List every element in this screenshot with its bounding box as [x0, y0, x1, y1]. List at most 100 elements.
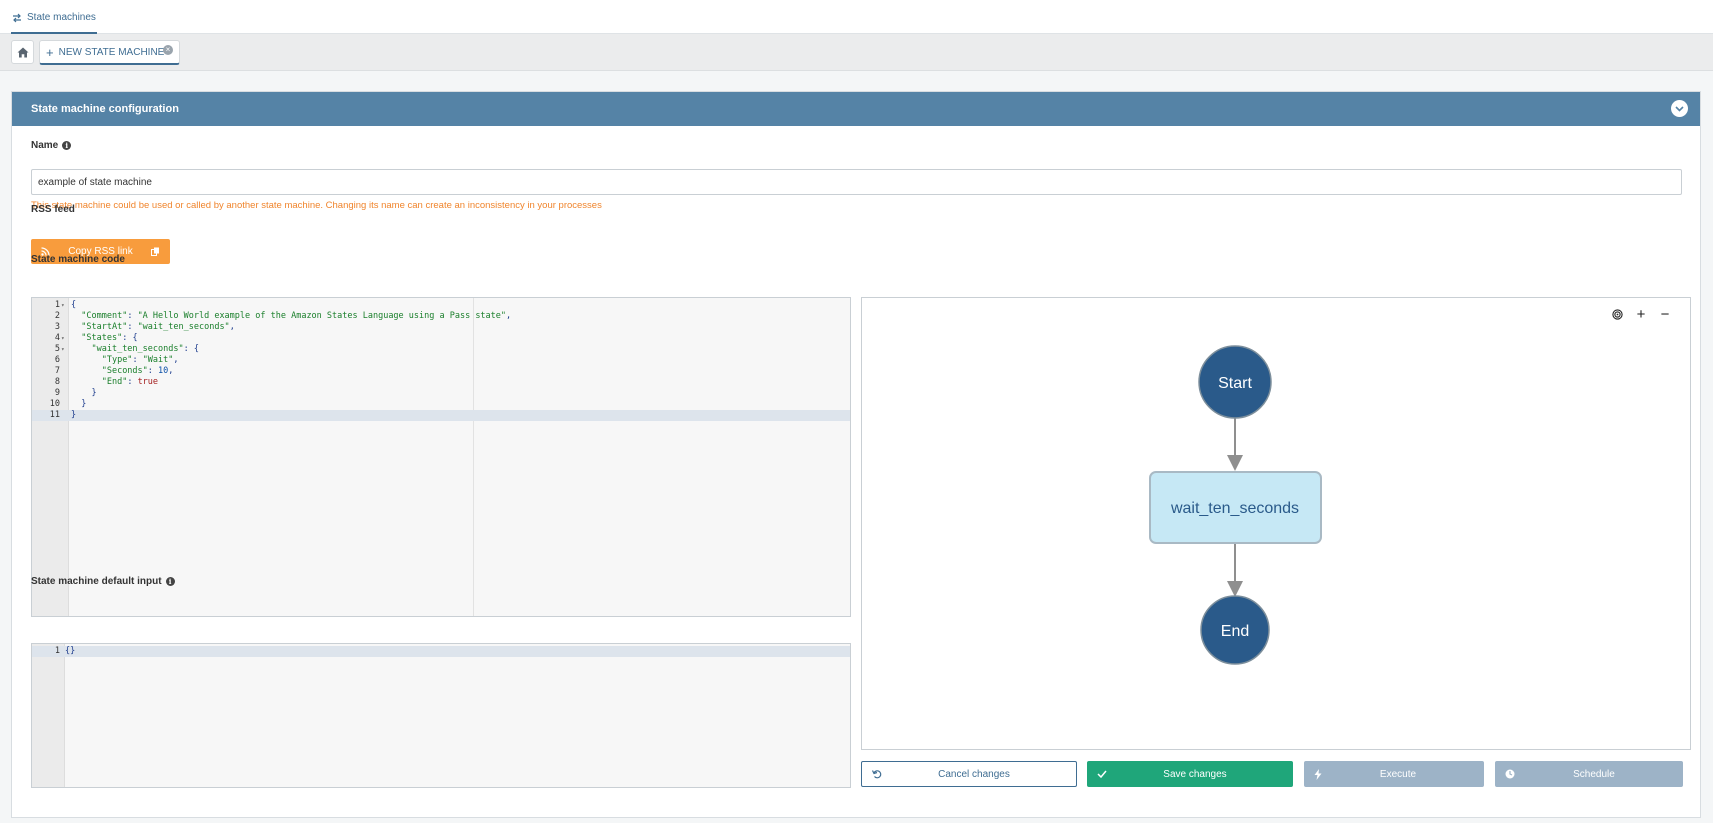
line-number: 2	[54, 311, 60, 321]
undo-icon	[872, 770, 882, 779]
plus-icon: +	[46, 44, 54, 60]
save-button[interactable]: Save changes	[1087, 761, 1293, 787]
code-token: {	[71, 300, 77, 310]
code-token: {}	[65, 646, 76, 656]
line-number: 7	[54, 366, 60, 376]
line-number: 1	[54, 300, 60, 310]
line-number: 9	[54, 388, 60, 398]
name-warning: This state machine could be used or call…	[31, 200, 602, 211]
state-label: wait_ten_seconds	[1170, 500, 1299, 517]
code-text: "Seconds": 10,	[71, 366, 174, 377]
end-node[interactable]: End	[1200, 595, 1270, 665]
schedule-button[interactable]: Schedule	[1495, 761, 1683, 787]
default-input-editor[interactable]: 1 {}	[31, 643, 851, 788]
bolt-icon	[1314, 768, 1322, 780]
config-panel: State machine configuration Name i This …	[11, 91, 1701, 818]
code-token: }	[71, 388, 97, 398]
line-number: 4	[54, 333, 60, 343]
code-token: }	[71, 410, 77, 420]
code-text: "StartAt": "wait_ten_seconds",	[71, 322, 235, 333]
code-line[interactable]: 9 }	[32, 388, 850, 399]
input-lines: 1 {}	[32, 646, 850, 657]
code-token: "Seconds"	[101, 366, 148, 376]
panel-title: State machine configuration	[31, 103, 179, 115]
swap-icon	[13, 13, 21, 23]
fold-arrow-icon[interactable]: ▾	[61, 333, 65, 344]
code-line[interactable]: 3 "StartAt": "wait_ten_seconds",	[32, 322, 850, 333]
top-bar: State machines	[0, 0, 1713, 34]
code-text: "End": true	[71, 377, 158, 388]
code-token: ,	[506, 311, 512, 321]
code-token: "Comment"	[81, 311, 128, 321]
code-text: {}	[65, 646, 75, 657]
line-number: 10	[49, 399, 60, 409]
fold-arrow-icon[interactable]: ▾	[61, 344, 65, 355]
code-token: "wait_ten_seconds"	[91, 344, 184, 354]
copy-icon	[151, 247, 159, 256]
code-token: ,	[173, 355, 179, 365]
state-node-wait_ten_seconds[interactable]: wait_ten_seconds	[1149, 471, 1322, 544]
end-label: End	[1221, 623, 1249, 640]
code-text: "wait_ten_seconds": {	[71, 344, 199, 355]
state-graph[interactable]: + − Start wait_ten_seconds End	[861, 297, 1691, 750]
start-label: Start	[1218, 375, 1252, 392]
code-token: :	[127, 322, 138, 332]
tab-bar: + NEW STATE MACHINE ×	[0, 34, 1713, 71]
execute-button[interactable]: Execute	[1304, 761, 1484, 787]
code-line[interactable]: 2 "Comment": "A Hello World example of t…	[32, 311, 850, 322]
line-number: 1	[54, 646, 60, 656]
name-label: Name	[31, 140, 59, 151]
code-token: }	[71, 399, 87, 409]
chevron-down-icon[interactable]	[1671, 100, 1688, 117]
line-number: 8	[54, 377, 60, 387]
breadcrumb[interactable]: State machines	[11, 12, 97, 34]
code-lines: 1 ▾{2 "Comment": "A Hello World example o…	[32, 300, 850, 421]
code-line[interactable]: 7 "Seconds": 10,	[32, 366, 850, 377]
close-icon[interactable]: ×	[163, 45, 173, 55]
code-token: "A Hello World example of the Amazon Sta…	[137, 311, 507, 321]
name-field[interactable]	[31, 169, 1682, 195]
code-token: : {	[183, 344, 199, 354]
code-token: "End"	[101, 377, 128, 387]
code-line[interactable]: 6 "Type": "Wait",	[32, 355, 850, 366]
graph-canvas: Start wait_ten_seconds End	[1149, 345, 1322, 665]
cancel-label: Cancel changes	[938, 768, 1010, 780]
code-token: :	[132, 355, 143, 365]
code-token: "States"	[81, 333, 123, 343]
line-number: 11	[49, 410, 60, 420]
name-label-row: Name i	[31, 140, 72, 151]
home-tab[interactable]	[11, 40, 34, 64]
code-text: }	[71, 410, 76, 421]
clock-icon	[1505, 769, 1515, 779]
tab-new-state-machine[interactable]: + NEW STATE MACHINE ×	[39, 40, 180, 65]
panel-header[interactable]: State machine configuration	[12, 92, 1700, 126]
code-text: "Type": "Wait",	[71, 355, 179, 366]
code-token: :	[127, 311, 138, 321]
input-gutter	[32, 644, 65, 787]
code-line[interactable]: 4 ▾ "States": {	[32, 333, 850, 344]
code-line[interactable]: 8 "End": true	[32, 377, 850, 388]
code-line[interactable]: 5 ▾ "wait_ten_seconds": {	[32, 344, 850, 355]
info-icon[interactable]: i	[165, 577, 175, 586]
code-token: : {	[122, 333, 138, 343]
code-token: "Wait"	[142, 355, 174, 365]
code-editor[interactable]: 1 ▾{2 "Comment": "A Hello World example o…	[31, 297, 851, 617]
code-text: {	[71, 300, 76, 311]
info-icon[interactable]: i	[62, 141, 72, 150]
fold-arrow-icon[interactable]: ▾	[61, 300, 65, 311]
code-line[interactable]: 1 ▾ {	[32, 300, 850, 311]
cancel-button[interactable]: Cancel changes	[861, 761, 1077, 787]
code-line[interactable]: 10 }	[32, 399, 850, 410]
code-token: 10	[158, 366, 169, 376]
save-label: Save changes	[1163, 768, 1227, 780]
code-line[interactable]: 11}	[32, 410, 850, 421]
start-node[interactable]: Start	[1198, 345, 1272, 419]
code-line[interactable]: 1 {}	[32, 646, 850, 657]
line-number: 6	[54, 355, 60, 365]
